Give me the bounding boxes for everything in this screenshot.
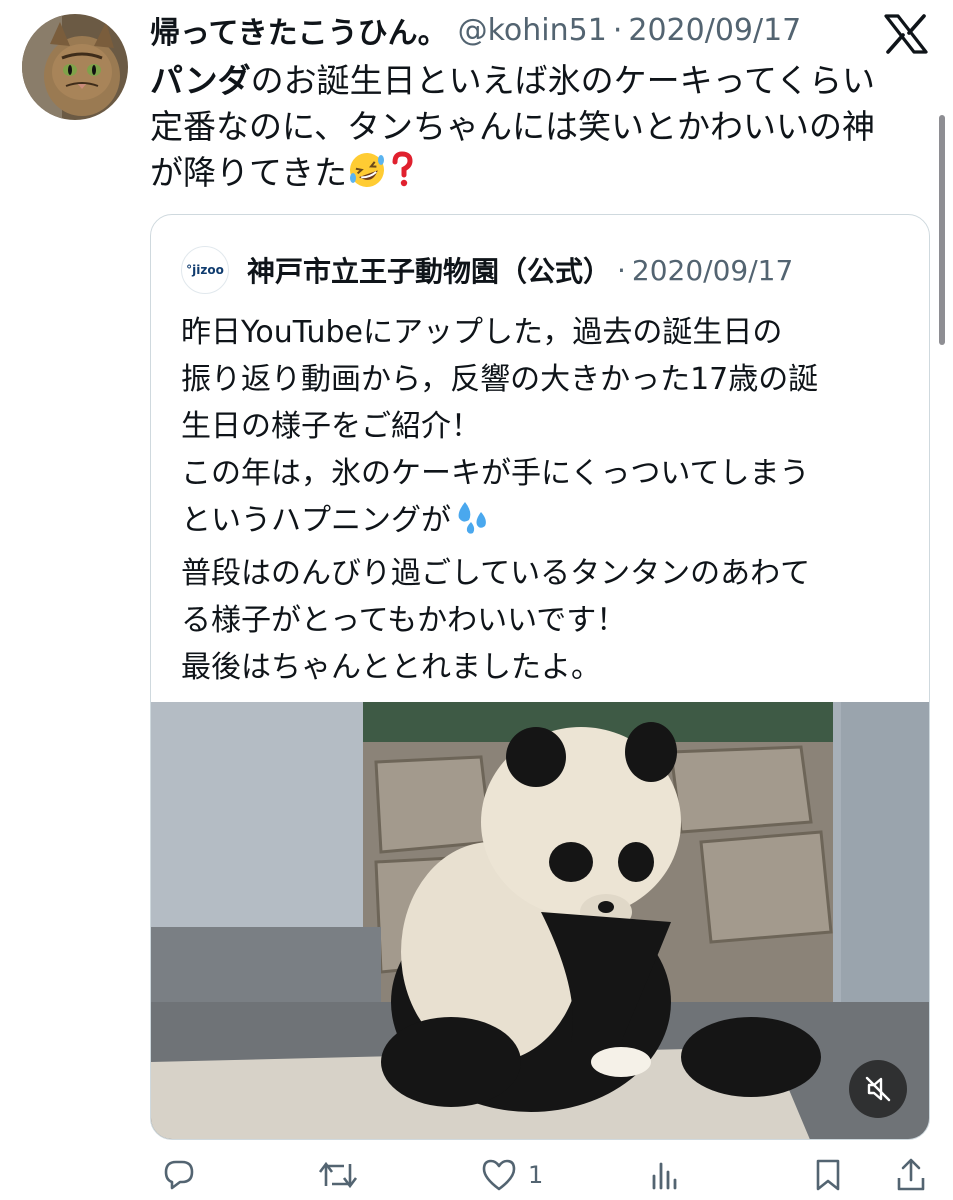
quote-author-name[interactable]: 神戸市立王子動物園（公式） <box>247 250 611 290</box>
like-button[interactable]: 1 <box>480 1158 543 1192</box>
reply-icon <box>164 1160 194 1190</box>
red-question-mark-icon <box>387 150 417 202</box>
tweet-header: 帰ってきたこうひん。 @kohin51 · 2020/09/17 <box>150 8 801 52</box>
author-name[interactable]: 帰ってきたこうひん。 <box>150 8 448 52</box>
share-button[interactable] <box>894 1158 928 1192</box>
tweet-text-body: のお誕生日といえば氷のケーキってくらい 定番なのに、タンちゃんには笑いとかわいい… <box>150 61 876 192</box>
cat-avatar-image <box>22 14 128 120</box>
like-count: 1 <box>528 1161 544 1189</box>
separator-dot: · <box>617 253 626 287</box>
quote-date[interactable]: 2020/09/17 <box>632 254 793 287</box>
heart-icon <box>482 1159 516 1191</box>
quoted-tweet[interactable]: °jizoo 神戸市立王子動物園（公式） · 2020/09/17 昨日YouT… <box>150 214 930 1140</box>
quote-avatar-logo: °jizoo <box>186 263 224 277</box>
author-avatar[interactable] <box>22 14 128 120</box>
action-bar: 1 <box>148 1158 938 1200</box>
quote-author-avatar[interactable]: °jizoo <box>181 246 229 294</box>
rofl-emoji-icon <box>347 150 387 202</box>
mute-button[interactable] <box>849 1060 907 1118</box>
share-icon <box>897 1158 925 1191</box>
reply-button[interactable] <box>162 1158 196 1192</box>
tweet-text: パンダのお誕生日といえば氷のケーキってくらい 定番なのに、タンちゃんには笑いとか… <box>150 58 920 202</box>
retweet-button[interactable] <box>318 1158 358 1192</box>
scrollbar[interactable] <box>939 115 945 345</box>
panda-video-frame <box>151 702 929 1139</box>
retweet-icon <box>318 1161 358 1189</box>
views-icon <box>652 1162 677 1190</box>
quote-text-part2: 普段はのんびり過ごしているタンタンのあわて る様子がとってもかわいいです！ 最後… <box>181 556 811 685</box>
bookmark-icon <box>816 1159 840 1191</box>
tweet-text-bold: パンダ <box>150 61 251 100</box>
views-button[interactable] <box>648 1158 682 1192</box>
bookmark-button[interactable] <box>813 1158 843 1192</box>
video-player[interactable] <box>151 702 929 1139</box>
x-logo-icon[interactable] <box>884 14 928 54</box>
muted-speaker-icon <box>865 1076 891 1102</box>
tweet-date[interactable]: 2020/09/17 <box>628 13 801 48</box>
separator-dot: · <box>612 12 623 48</box>
quote-text: 昨日YouTubeにアップした，過去の誕生日の 振り返り動画から，反響の大きかっ… <box>181 309 911 691</box>
author-handle[interactable]: @kohin51 <box>458 13 607 48</box>
sweat-droplets-icon <box>451 498 491 550</box>
quote-text-part1: 昨日YouTubeにアップした，過去の誕生日の 振り返り動画から，反響の大きかっ… <box>181 315 819 538</box>
quote-header: °jizoo 神戸市立王子動物園（公式） · 2020/09/17 <box>181 245 793 295</box>
